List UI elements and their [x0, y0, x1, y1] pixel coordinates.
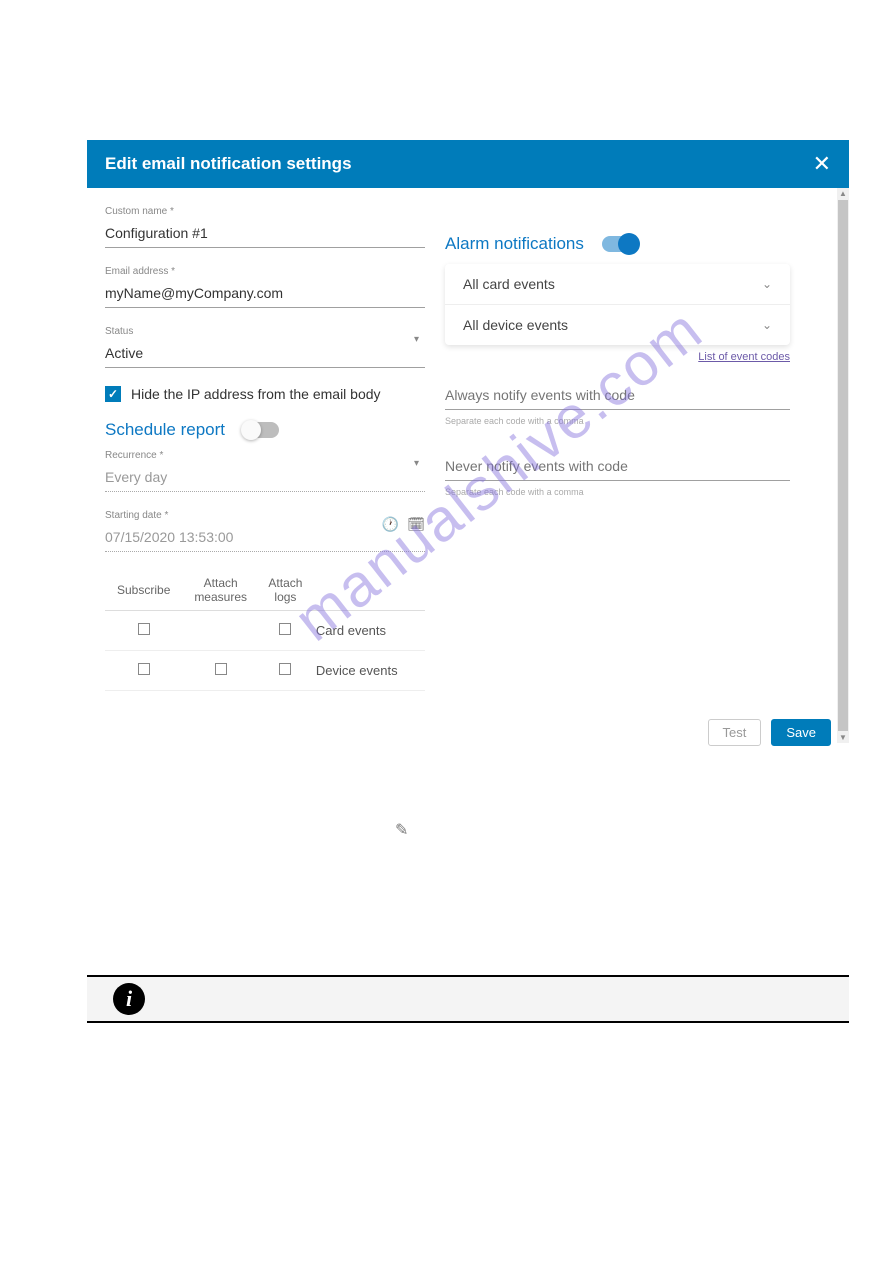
hide-ip-row[interactable]: ✓ Hide the IP address from the email bod…	[105, 386, 425, 402]
chevron-down-icon[interactable]: ▾	[414, 334, 419, 345]
row-label: Card events	[312, 611, 425, 651]
recurrence-select[interactable]	[105, 463, 425, 492]
recurrence-field: Recurrence * ▾	[105, 450, 425, 492]
checkbox[interactable]	[138, 663, 150, 675]
calendar-icon[interactable]: 🗓	[407, 516, 425, 533]
chevron-down-icon[interactable]: ▾	[414, 458, 419, 469]
col-measures: Attach measures	[182, 570, 259, 611]
email-input[interactable]	[105, 279, 425, 308]
close-icon[interactable]: ✕	[813, 153, 831, 175]
email-field: Email address *	[105, 266, 425, 308]
accordion-item-device[interactable]: All device events ⌄	[445, 305, 790, 345]
event-codes-link[interactable]: List of event codes	[445, 351, 790, 363]
chevron-down-icon: ⌄	[762, 277, 772, 291]
accordion-label: All device events	[463, 317, 568, 333]
clock-icon[interactable]: 🕐	[382, 516, 399, 533]
info-icon: i	[113, 983, 145, 1015]
chevron-down-icon: ⌄	[762, 318, 772, 332]
col-logs: Attach logs	[259, 570, 312, 611]
right-column: Alarm notifications All card events ⌄ Al…	[445, 206, 790, 691]
custom-name-input[interactable]	[105, 219, 425, 248]
dialog-title: Edit email notification settings	[105, 154, 352, 174]
never-notify-input[interactable]	[445, 452, 790, 481]
test-button[interactable]: Test	[708, 719, 762, 746]
scrollbar[interactable]: ▲ ▼	[837, 188, 849, 743]
schedule-toggle[interactable]	[243, 422, 279, 438]
dialog-body: ▲ ▼ Custom name * Email address * Status…	[87, 188, 849, 691]
status-field: Status ▾	[105, 326, 425, 368]
status-label: Status	[105, 326, 425, 337]
checkbox[interactable]	[279, 623, 291, 635]
left-column: Custom name * Email address * Status ▾ ✓…	[105, 206, 445, 691]
checkbox[interactable]	[138, 623, 150, 635]
start-date-field: Starting date * 🕐 🗓	[105, 510, 425, 552]
col-subscribe: Subscribe	[105, 570, 182, 611]
alarm-accordion: All card events ⌄ All device events ⌄	[445, 264, 790, 345]
schedule-section-header: Schedule report	[105, 420, 425, 440]
hide-ip-label: Hide the IP address from the email body	[131, 386, 381, 402]
status-select[interactable]	[105, 339, 425, 368]
date-icons: 🕐 🗓	[382, 516, 425, 533]
email-label: Email address *	[105, 266, 425, 277]
always-hint: Separate each code with a comma	[445, 416, 790, 426]
pencil-icon[interactable]: ✎	[395, 820, 408, 840]
accordion-label: All card events	[463, 276, 555, 292]
dialog-header: Edit email notification settings ✕	[87, 140, 849, 188]
subscription-table: Subscribe Attach measures Attach logs Ca…	[105, 570, 425, 691]
accordion-item-card[interactable]: All card events ⌄	[445, 264, 790, 305]
start-date-input[interactable]	[105, 523, 425, 552]
row-label: Device events	[312, 651, 425, 691]
table-row: Card events	[105, 611, 425, 651]
info-bar: i	[87, 975, 849, 1023]
checkbox[interactable]	[279, 663, 291, 675]
recurrence-label: Recurrence *	[105, 450, 425, 461]
alarm-section-header: Alarm notifications	[445, 234, 790, 254]
scrollbar-up-icon[interactable]: ▲	[839, 189, 847, 198]
save-button[interactable]: Save	[771, 719, 831, 746]
scrollbar-down-icon[interactable]: ▼	[839, 733, 847, 742]
alarm-title: Alarm notifications	[445, 234, 584, 254]
hide-ip-checkbox[interactable]: ✓	[105, 386, 121, 402]
dialog-footer: Test Save	[87, 719, 849, 760]
table-row: Device events	[105, 651, 425, 691]
always-notify-input[interactable]	[445, 381, 790, 410]
checkbox[interactable]	[215, 663, 227, 675]
schedule-title: Schedule report	[105, 420, 225, 440]
dialog-container: Edit email notification settings ✕ ▲ ▼ C…	[87, 140, 849, 760]
scrollbar-thumb[interactable]	[838, 200, 848, 731]
start-date-label: Starting date *	[105, 510, 425, 521]
custom-name-label: Custom name *	[105, 206, 425, 217]
custom-name-field: Custom name *	[105, 206, 425, 248]
alarm-toggle[interactable]	[602, 236, 638, 252]
never-hint: Separate each code with a comma	[445, 487, 790, 497]
table-header-row: Subscribe Attach measures Attach logs	[105, 570, 425, 611]
